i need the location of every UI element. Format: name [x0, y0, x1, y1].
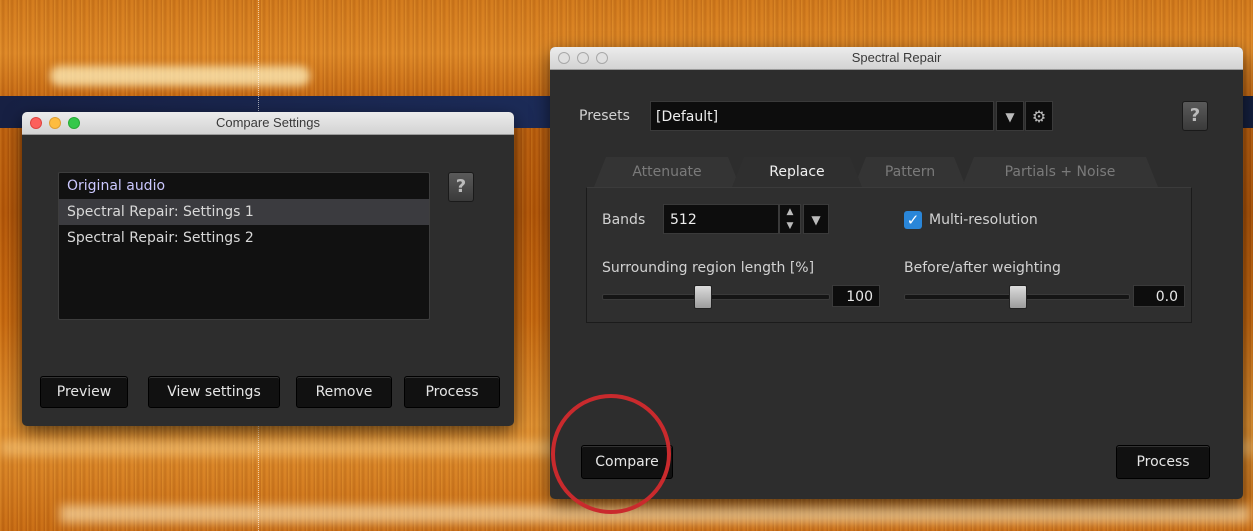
view-settings-button[interactable]: View settings: [148, 376, 280, 408]
before-after-weighting-value[interactable]: 0.0: [1133, 285, 1185, 307]
zoom-window-button[interactable]: [596, 52, 608, 64]
tab-replace[interactable]: Replace: [732, 157, 862, 187]
close-window-button[interactable]: [30, 117, 42, 129]
spectral-repair-titlebar[interactable]: Spectral Repair: [550, 47, 1243, 70]
preset-value: [Default]: [656, 109, 719, 125]
chevron-down-icon: ▼: [1005, 110, 1015, 124]
replace-tab-panel: Bands 512 ▲ ▼ ▼ ✓ Multi-resolution Surrou…: [586, 187, 1192, 323]
surrounding-region-slider-thumb[interactable]: [694, 285, 712, 309]
compare-settings-window: Compare Settings Original audio Spectral…: [22, 112, 514, 426]
window-controls: [30, 117, 80, 129]
tab-partials-noise[interactable]: Partials + Noise: [962, 157, 1158, 187]
tab-attenuate[interactable]: Attenuate: [594, 157, 740, 187]
zoom-window-button[interactable]: [68, 117, 80, 129]
close-window-button[interactable]: [558, 52, 570, 64]
presets-label: Presets: [579, 108, 630, 124]
presets-dropdown-arrow[interactable]: ▼: [996, 101, 1024, 131]
spectrogram-highlight: [60, 505, 1250, 523]
highlight-circle: [551, 394, 671, 514]
window-title: Compare Settings: [215, 115, 321, 130]
multi-resolution-label: Multi-resolution: [929, 212, 1038, 228]
surrounding-region-slider[interactable]: [602, 294, 830, 300]
bands-dropdown[interactable]: ▼: [803, 204, 829, 234]
bands-stepper[interactable]: ▲ ▼: [779, 204, 801, 234]
list-item[interactable]: Spectral Repair: Settings 2: [59, 225, 429, 251]
spectrogram-highlight: [50, 66, 310, 86]
checkmark-icon: ✓: [906, 211, 920, 229]
help-button[interactable]: ?: [1182, 101, 1208, 131]
preset-settings-button[interactable]: ⚙: [1025, 101, 1053, 131]
list-item[interactable]: Original audio: [59, 173, 429, 199]
process-button[interactable]: Process: [1116, 445, 1210, 479]
bands-input[interactable]: 512: [663, 204, 779, 234]
multi-resolution-checkbox[interactable]: ✓: [904, 211, 922, 229]
window-title: Spectral Repair: [851, 50, 942, 65]
bands-label: Bands: [602, 212, 646, 228]
preview-button[interactable]: Preview: [40, 376, 128, 408]
tab-pattern[interactable]: Pattern: [854, 157, 966, 187]
process-button[interactable]: Process: [404, 376, 500, 408]
minimize-window-button[interactable]: [49, 117, 61, 129]
before-after-weighting-label: Before/after weighting: [904, 260, 1061, 276]
window-controls: [558, 52, 608, 64]
help-button[interactable]: ?: [448, 172, 474, 202]
remove-button[interactable]: Remove: [296, 376, 392, 408]
chevron-down-icon: ▼: [811, 213, 821, 227]
compare-settings-list[interactable]: Original audio Spectral Repair: Settings…: [58, 172, 430, 320]
presets-dropdown[interactable]: [Default]: [650, 101, 994, 131]
surrounding-region-label: Surrounding region length [%]: [602, 260, 815, 276]
minimize-window-button[interactable]: [577, 52, 589, 64]
surrounding-region-value[interactable]: 100: [832, 285, 880, 307]
list-item[interactable]: Spectral Repair: Settings 1: [59, 199, 429, 225]
compare-settings-titlebar[interactable]: Compare Settings: [22, 112, 514, 135]
gear-icon: ⚙: [1031, 107, 1047, 126]
before-after-weighting-slider-thumb[interactable]: [1009, 285, 1027, 309]
